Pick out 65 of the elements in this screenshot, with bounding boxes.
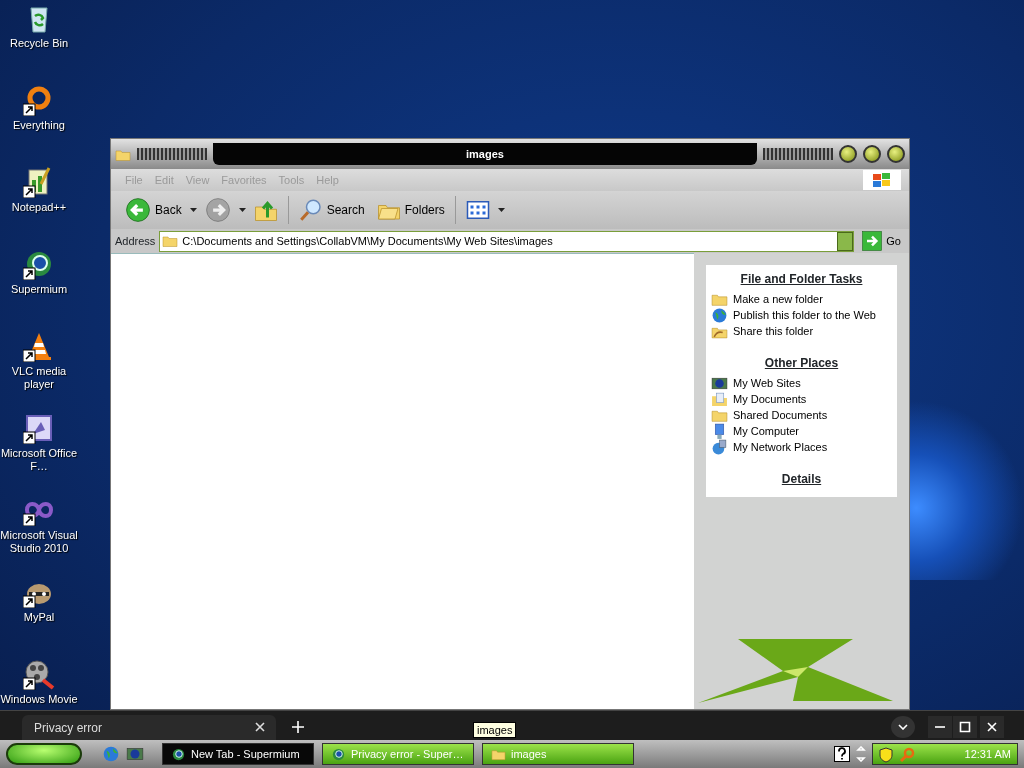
desktop-icon-label[interactable]: VLC media player xyxy=(0,365,78,391)
window-title: images xyxy=(213,143,757,165)
film-reel-icon[interactable] xyxy=(23,658,55,690)
maximize-icon xyxy=(959,721,971,733)
expand-arrows-icon xyxy=(856,746,866,762)
task-link[interactable]: Publish this folder to the Web xyxy=(710,307,876,323)
task-group-title[interactable]: Details xyxy=(710,470,893,488)
browser-globe-icon xyxy=(331,746,346,762)
dropdown-caret-icon[interactable] xyxy=(238,208,246,212)
maximize-button[interactable] xyxy=(863,145,881,163)
address-bar[interactable]: C:\Documents and Settings\CollabVM\My Documents\My Web Sites\images xyxy=(159,230,855,252)
tooltip: images xyxy=(473,722,517,738)
search-button[interactable]: Search xyxy=(294,196,369,224)
desktop-icon-label[interactable]: Everything xyxy=(13,119,65,132)
browser-globe-icon xyxy=(171,746,186,762)
desktop-icon-label[interactable]: Microsoft Office F… xyxy=(0,447,78,473)
desktop-icon-label[interactable]: Supermium xyxy=(10,283,68,296)
dropdown-caret-icon[interactable] xyxy=(497,208,505,212)
task-link[interactable]: My Web Sites xyxy=(710,375,801,391)
folders-button[interactable]: Folders xyxy=(372,196,449,224)
folder-icon xyxy=(162,233,179,249)
task-link[interactable]: My Computer xyxy=(710,423,800,439)
desktop-icon-label[interactable]: Windows Movie xyxy=(0,693,78,706)
back-button[interactable]: Back xyxy=(121,195,186,225)
task-link[interactable]: Make a new folder xyxy=(710,291,823,307)
close-button[interactable] xyxy=(980,716,1004,738)
minimize-button[interactable] xyxy=(928,716,952,738)
windows-flag-logo xyxy=(863,170,901,190)
browser-tab[interactable]: Privacy error xyxy=(22,715,276,741)
maximize-button[interactable] xyxy=(953,716,977,738)
desktop-icon-label[interactable]: Microsoft Visual Studio 2010 xyxy=(0,529,78,555)
address-label: Address xyxy=(115,233,156,249)
title-grill xyxy=(763,148,833,160)
task-link[interactable]: My Network Places xyxy=(710,439,828,455)
document-icon[interactable] xyxy=(23,412,55,444)
desktop-icon-label[interactable]: Notepad++ xyxy=(11,201,67,214)
globe-icon xyxy=(711,306,728,324)
folder-up-icon xyxy=(253,198,278,222)
desktop-icon-label[interactable]: Recycle Bin xyxy=(9,37,69,50)
help-icon[interactable] xyxy=(834,746,850,762)
documents-icon xyxy=(711,390,728,408)
title-grill xyxy=(137,148,207,160)
close-button[interactable] xyxy=(887,145,905,163)
dropdown-caret-icon[interactable] xyxy=(189,208,197,212)
plus-icon xyxy=(291,720,305,734)
task-group-title[interactable]: File and Folder Tasks xyxy=(710,270,893,288)
task-group-title[interactable]: Other Places xyxy=(710,354,893,372)
start-button[interactable] xyxy=(6,743,82,765)
task-link[interactable]: Shared Documents xyxy=(710,407,828,423)
desktop-icon-label[interactable]: MyPal xyxy=(23,611,55,624)
close-icon xyxy=(254,721,266,733)
task-link[interactable]: Share this folder xyxy=(710,323,814,339)
views-icon xyxy=(465,198,490,222)
go-button[interactable]: Go xyxy=(858,229,905,253)
task-link[interactable]: My Documents xyxy=(710,391,807,407)
address-field[interactable]: C:\Documents and Settings\CollabVM\My Documents\My Web Sites\images xyxy=(182,232,834,250)
shield-icon[interactable] xyxy=(879,745,893,763)
network-icon xyxy=(711,438,728,456)
tab-search-button[interactable] xyxy=(891,716,915,738)
close-icon xyxy=(986,721,998,733)
taskbar-button[interactable]: New Tab - Supermium xyxy=(162,743,314,765)
chevron-down-icon xyxy=(898,724,908,730)
web-folder-icon[interactable] xyxy=(126,745,144,763)
search-icon xyxy=(298,198,323,222)
minimize-button[interactable] xyxy=(839,145,857,163)
